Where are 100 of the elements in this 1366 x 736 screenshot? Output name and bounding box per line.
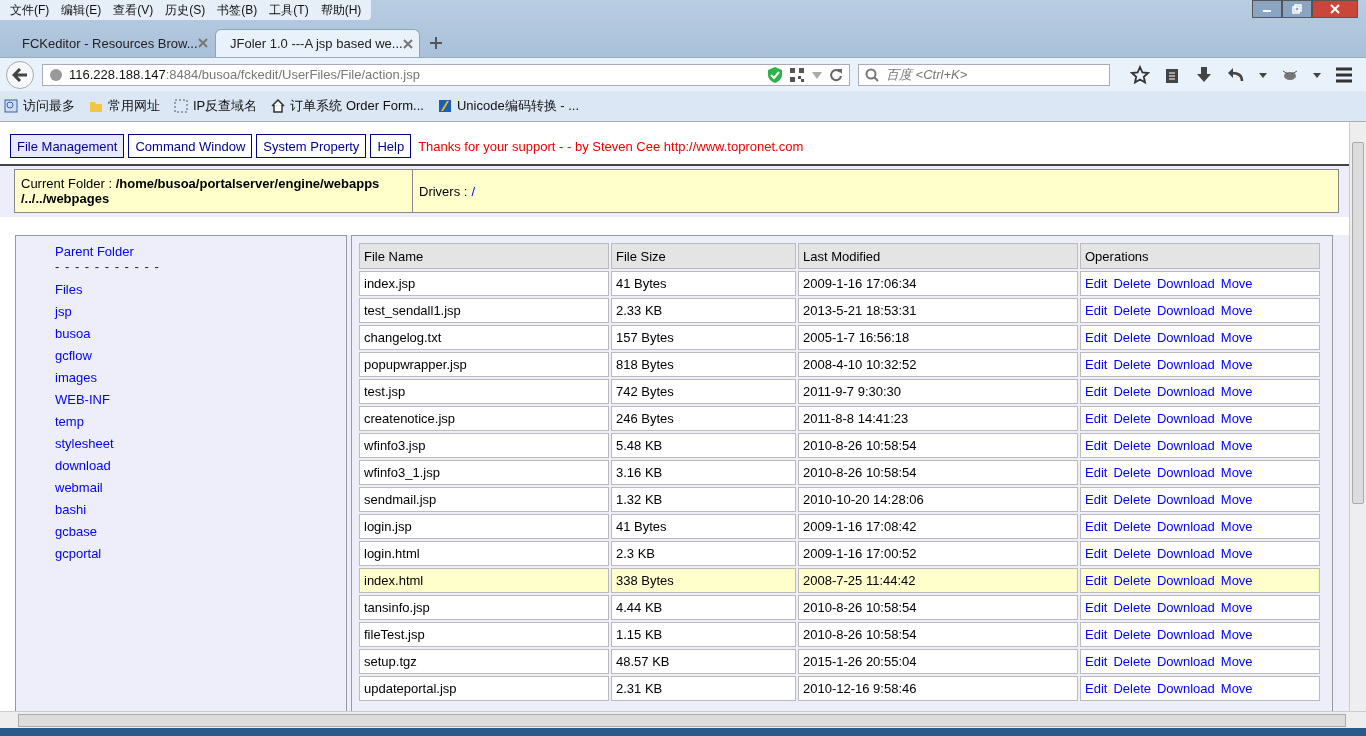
operation-link[interactable]: Download [1157, 438, 1215, 453]
file-row[interactable]: login.html 2.3 KB 2009-1-16 17:00:52 Edit Delete Download Move [359, 541, 1320, 566]
operation-link[interactable]: Delete [1113, 600, 1151, 615]
browser-tab[interactable]: FCKeditor - Resources Brow... [8, 29, 213, 57]
operation-link[interactable]: Delete [1113, 546, 1151, 561]
file-row[interactable]: index.jsp 41 Bytes 2009-1-16 17:06:34 Edit Delete Download Move [359, 271, 1320, 296]
browser-tab[interactable]: JFoler 1.0 ---A jsp based we... [215, 29, 420, 57]
file-row[interactable]: test_sendall1.jsp 2.33 KB 2013-5-21 18:53:31 Edit Delete Download Move [359, 298, 1320, 323]
file-row[interactable]: createnotice.jsp 246 Bytes 2011-8-8 14:41:23 Edit Delete Download Move [359, 406, 1320, 431]
shield-icon[interactable] [767, 65, 783, 84]
operation-link[interactable]: Download [1157, 411, 1215, 426]
operation-link[interactable]: Edit [1085, 519, 1108, 534]
file-row[interactable]: setup.tgz 48.57 KB 2015-1-26 20:55:04 Edit Delete Download Move [359, 649, 1320, 674]
operation-link[interactable]: Delete [1113, 357, 1151, 372]
operation-link[interactable]: Edit [1085, 627, 1108, 642]
nav-button[interactable]: System Property [256, 134, 367, 158]
folder-link[interactable]: webmail [55, 480, 103, 495]
operation-link[interactable]: Delete [1113, 573, 1151, 588]
folder-link[interactable]: temp [55, 414, 84, 429]
file-row[interactable]: tansinfo.jsp 4.44 KB 2010-8-26 10:58:54 Edit Delete Download Move [359, 595, 1320, 620]
operation-link[interactable]: Move [1220, 303, 1253, 318]
menu-item[interactable]: 书签(B) [211, 1, 264, 19]
nav-button[interactable]: Command Window [128, 134, 253, 158]
operation-link[interactable]: Delete [1113, 654, 1151, 669]
operation-link[interactable]: Edit [1085, 330, 1108, 345]
operation-link[interactable]: Delete [1113, 627, 1151, 642]
file-row[interactable]: fileTest.jsp 1.15 KB 2010-8-26 10:58:54 Edit Delete Download Move [359, 622, 1320, 647]
search-field[interactable]: 百度 <Ctrl+K> [858, 63, 1110, 86]
operation-link[interactable]: Move [1220, 600, 1253, 615]
operation-link[interactable]: Edit [1085, 681, 1108, 696]
operation-link[interactable]: Download [1157, 654, 1215, 669]
bookmark-link[interactable]: 访问最多 [4, 97, 75, 115]
operation-link[interactable]: Move [1220, 573, 1253, 588]
operation-link[interactable]: Edit [1085, 384, 1108, 399]
file-row[interactable]: updateportal.jsp 2.31 KB 2010-12-16 9:58:46 Edit Delete Download Move [359, 676, 1320, 701]
operation-link[interactable]: Move [1220, 681, 1253, 696]
bookmark-link[interactable]: IP反查域名 [174, 97, 258, 115]
menu-item[interactable]: 历史(S) [159, 1, 212, 19]
qr-code-icon[interactable] [789, 66, 805, 83]
file-row[interactable]: index.html 338 Bytes 2008-7-25 11:44:42 Edit Delete Download Move [359, 568, 1320, 593]
operation-link[interactable]: Delete [1113, 303, 1151, 318]
folder-link[interactable]: bashi [55, 502, 87, 517]
bookmark-link[interactable]: Unicode编码转换 - ... [437, 97, 579, 115]
bookmark-link[interactable]: 常用网址 [89, 97, 160, 115]
folder-link[interactable]: gcportal [55, 546, 102, 561]
nav-button[interactable]: Help [370, 134, 412, 158]
operation-link[interactable]: Edit [1085, 411, 1108, 426]
back-button[interactable] [6, 60, 34, 89]
menu-item[interactable]: 查看(V) [107, 1, 160, 19]
operation-link[interactable]: Move [1220, 627, 1253, 642]
operation-link[interactable]: Edit [1085, 303, 1108, 318]
folder-link[interactable]: gcflow [55, 348, 92, 363]
folder-link[interactable]: stylesheet [55, 436, 114, 451]
folder-link[interactable]: busoa [55, 326, 91, 341]
operation-link[interactable]: Delete [1113, 411, 1151, 426]
folder-link[interactable]: WEB-INF [55, 392, 110, 407]
operation-link[interactable]: Edit [1085, 546, 1108, 561]
operation-link[interactable]: Edit [1085, 276, 1108, 291]
operation-link[interactable]: Download [1157, 465, 1215, 480]
folder-link[interactable]: download [55, 458, 111, 473]
operation-link[interactable]: Download [1157, 303, 1215, 318]
menu-item[interactable]: 帮助(H) [314, 1, 368, 19]
menu-item[interactable]: 文件(F) [4, 1, 56, 19]
operation-link[interactable]: Download [1157, 492, 1215, 507]
folder-link[interactable]: jsp [55, 304, 72, 319]
star-icon[interactable] [1130, 64, 1150, 85]
file-row[interactable]: test.jsp 742 Bytes 2011-9-7 9:30:30 Edit Delete Download Move [359, 379, 1320, 404]
file-row[interactable]: wfinfo3.jsp 5.48 KB 2010-8-26 10:58:54 Edit Delete Download Move [359, 433, 1320, 458]
file-row[interactable]: sendmail.jsp 1.32 KB 2010-10-20 14:28:06 Edit Delete Download Move [359, 487, 1320, 512]
folder-link[interactable]: images [55, 370, 97, 385]
close-icon[interactable] [197, 38, 208, 48]
vertical-scrollbar[interactable] [1349, 122, 1366, 711]
operation-link[interactable]: Download [1157, 600, 1215, 615]
operation-link[interactable]: Download [1157, 627, 1215, 642]
drive-link[interactable]: / [471, 183, 475, 199]
operation-link[interactable]: Download [1157, 357, 1215, 372]
operation-link[interactable]: Move [1220, 330, 1253, 345]
operation-link[interactable]: Download [1157, 330, 1215, 345]
operation-link[interactable]: Download [1157, 546, 1215, 561]
close-button[interactable] [1312, 0, 1358, 18]
operation-link[interactable]: Edit [1085, 465, 1108, 480]
operation-link[interactable]: Edit [1085, 600, 1108, 615]
operation-link[interactable]: Move [1220, 654, 1253, 669]
operation-link[interactable]: Edit [1085, 492, 1108, 507]
operation-link[interactable]: Download [1157, 573, 1215, 588]
operation-link[interactable]: Delete [1113, 384, 1151, 399]
operation-link[interactable]: Download [1157, 681, 1215, 696]
bookmark-link[interactable]: 订单系统 Order Form... [271, 97, 424, 115]
operation-link[interactable]: Move [1220, 492, 1253, 507]
operation-link[interactable]: Move [1220, 384, 1253, 399]
operation-link[interactable]: Edit [1085, 357, 1108, 372]
operation-link[interactable]: Edit [1085, 438, 1108, 453]
horizontal-scrollbar[interactable] [0, 711, 1366, 728]
minimize-button[interactable] [1252, 0, 1282, 18]
address-field[interactable]: 116.228.188.147:8484/busoa/fckedit/UserFiles/File/action.jsp [42, 63, 850, 86]
operation-link[interactable]: Move [1220, 519, 1253, 534]
operation-link[interactable]: Move [1220, 411, 1253, 426]
files-link[interactable]: Files [55, 282, 83, 297]
operation-link[interactable]: Download [1157, 519, 1215, 534]
file-row[interactable]: popupwrapper.jsp 818 Bytes 2008-4-10 10:32:52 Edit Delete Download Move [359, 352, 1320, 377]
